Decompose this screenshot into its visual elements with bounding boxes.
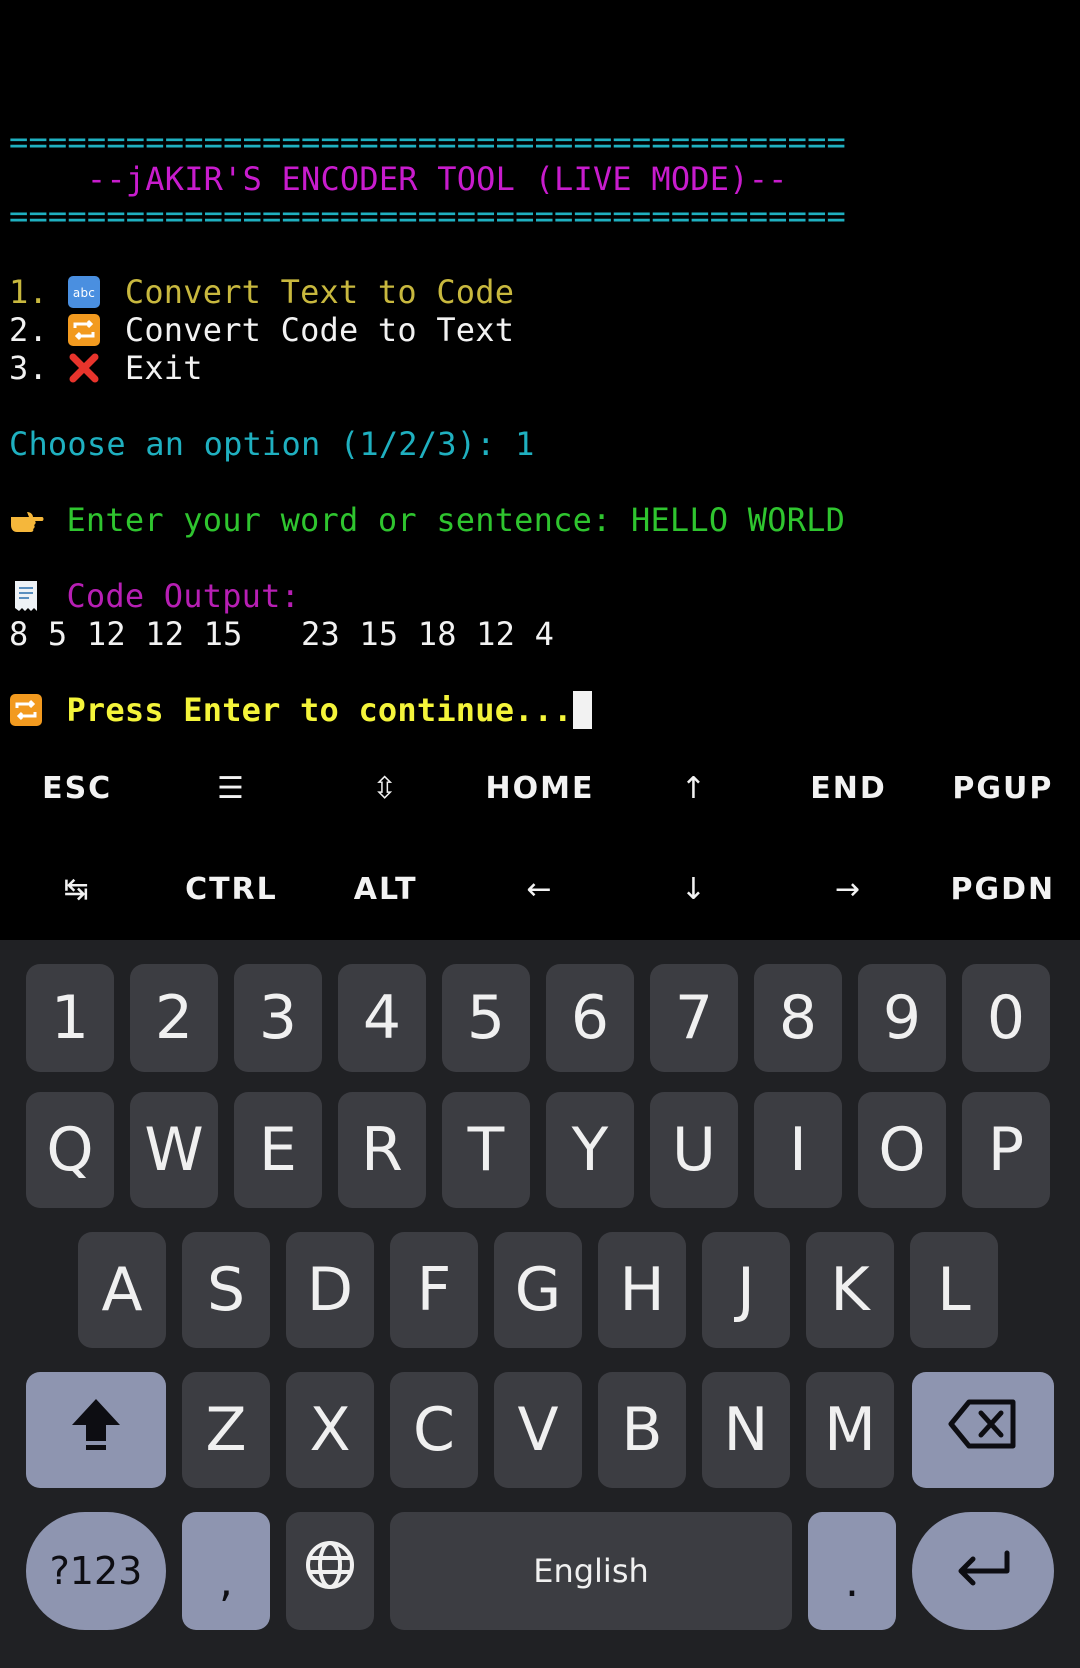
alt-key[interactable]: ALT bbox=[309, 839, 463, 939]
pgdn-key[interactable]: PGDN bbox=[926, 839, 1080, 939]
symbols-key[interactable]: ?123 bbox=[26, 1512, 166, 1630]
right-arrow-key[interactable]: → bbox=[771, 839, 925, 939]
toggle-keys-key[interactable]: ⇳ bbox=[309, 738, 463, 838]
key-2[interactable]: 2 bbox=[130, 964, 218, 1072]
text-cursor bbox=[572, 691, 592, 729]
pgup-key[interactable]: PGUP bbox=[926, 738, 1080, 838]
key-6[interactable]: 6 bbox=[546, 964, 634, 1072]
svg-text:abc: abc bbox=[73, 286, 95, 300]
key-z[interactable]: Z bbox=[182, 1372, 270, 1488]
separator-top: ========================================… bbox=[9, 123, 847, 161]
home-key[interactable]: HOME bbox=[463, 738, 617, 838]
backspace-key[interactable] bbox=[912, 1372, 1054, 1488]
key-i[interactable]: I bbox=[754, 1092, 842, 1208]
menu-item-1: 1. abc Convert Text to Code bbox=[9, 273, 515, 311]
key-w[interactable]: W bbox=[130, 1092, 218, 1208]
key-t[interactable]: T bbox=[442, 1092, 530, 1208]
key-9[interactable]: 9 bbox=[858, 964, 946, 1072]
tool-title: --jAKIR'S ENCODER TOOL (LIVE MODE)-- bbox=[9, 160, 788, 198]
key-r[interactable]: R bbox=[338, 1092, 426, 1208]
output-label: Code Output: bbox=[9, 577, 300, 615]
key-o[interactable]: O bbox=[858, 1092, 946, 1208]
language-key[interactable] bbox=[286, 1512, 374, 1630]
enter-key[interactable] bbox=[912, 1512, 1054, 1630]
key-3[interactable]: 3 bbox=[234, 964, 322, 1072]
down-arrow-key[interactable]: ↓ bbox=[617, 839, 771, 939]
key-u[interactable]: U bbox=[650, 1092, 738, 1208]
choice-prompt: Choose an option (1/2/3): 1 bbox=[9, 425, 535, 463]
enter-icon bbox=[951, 1536, 1015, 1606]
soft-keyboard: 1 2 3 4 5 6 7 8 9 0 Q W E R T Y U I O P … bbox=[0, 940, 1080, 1668]
key-a[interactable]: A bbox=[78, 1232, 166, 1348]
cross-mark-icon bbox=[67, 351, 105, 385]
space-key[interactable]: English bbox=[390, 1512, 792, 1630]
key-8[interactable]: 8 bbox=[754, 964, 842, 1072]
key-7[interactable]: 7 bbox=[650, 964, 738, 1072]
repeat-icon bbox=[67, 313, 105, 347]
code-output: 8 5 12 12 15 23 15 18 12 4 bbox=[9, 615, 555, 653]
key-0[interactable]: 0 bbox=[962, 964, 1050, 1072]
key-x[interactable]: X bbox=[286, 1372, 374, 1488]
period-key[interactable]: . bbox=[808, 1512, 896, 1630]
terminal-output[interactable]: ========================================… bbox=[0, 0, 1080, 750]
globe-icon bbox=[304, 1536, 356, 1606]
key-g[interactable]: G bbox=[494, 1232, 582, 1348]
esc-key[interactable]: ESC bbox=[0, 738, 154, 838]
key-e[interactable]: E bbox=[234, 1092, 322, 1208]
menu-key[interactable]: ☰ bbox=[154, 738, 308, 838]
key-n[interactable]: N bbox=[702, 1372, 790, 1488]
receipt-icon bbox=[9, 579, 47, 613]
key-s[interactable]: S bbox=[182, 1232, 270, 1348]
separator-bottom: ========================================… bbox=[9, 197, 847, 235]
key-c[interactable]: C bbox=[390, 1372, 478, 1488]
key-5[interactable]: 5 bbox=[442, 964, 530, 1072]
key-v[interactable]: V bbox=[494, 1372, 582, 1488]
key-k[interactable]: K bbox=[806, 1232, 894, 1348]
key-q[interactable]: Q bbox=[26, 1092, 114, 1208]
input-value: HELLO WORLD bbox=[630, 501, 846, 539]
extra-keys-row-1: ESC ☰ ⇳ HOME ↑ END PGUP bbox=[0, 738, 1080, 838]
key-1[interactable]: 1 bbox=[26, 964, 114, 1072]
key-y[interactable]: Y bbox=[546, 1092, 634, 1208]
key-f[interactable]: F bbox=[390, 1232, 478, 1348]
key-4[interactable]: 4 bbox=[338, 964, 426, 1072]
menu-item-2: 2. Convert Code to Text bbox=[9, 311, 515, 349]
left-arrow-key[interactable]: ← bbox=[463, 839, 617, 939]
key-p[interactable]: P bbox=[962, 1092, 1050, 1208]
continue-prompt: Press Enter to continue... bbox=[9, 691, 592, 729]
shift-key[interactable] bbox=[26, 1372, 166, 1488]
menu-item-3: 3. Exit bbox=[9, 349, 203, 387]
repeat-icon bbox=[9, 693, 47, 727]
up-arrow-key[interactable]: ↑ bbox=[617, 738, 771, 838]
abc-input-icon: abc bbox=[67, 275, 105, 309]
comma-key[interactable]: , bbox=[182, 1512, 270, 1630]
shift-icon bbox=[64, 1391, 128, 1470]
extra-keys-row-2: ↹ CTRL ALT ← ↓ → PGDN bbox=[0, 839, 1080, 939]
ctrl-key[interactable]: CTRL bbox=[154, 839, 308, 939]
key-j[interactable]: J bbox=[702, 1232, 790, 1348]
tab-key[interactable]: ↹ bbox=[0, 839, 154, 939]
end-key[interactable]: END bbox=[771, 738, 925, 838]
key-l[interactable]: L bbox=[910, 1232, 998, 1348]
key-h[interactable]: H bbox=[598, 1232, 686, 1348]
input-prompt: Enter your word or sentence: HELLO WORLD bbox=[9, 501, 845, 539]
key-m[interactable]: M bbox=[806, 1372, 894, 1488]
backspace-icon bbox=[947, 1395, 1019, 1465]
key-b[interactable]: B bbox=[598, 1372, 686, 1488]
key-d[interactable]: D bbox=[286, 1232, 374, 1348]
pointing-hand-icon bbox=[9, 503, 47, 537]
